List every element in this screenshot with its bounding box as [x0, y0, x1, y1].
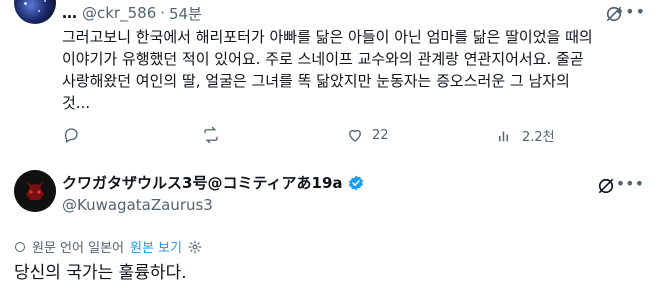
beetle-avatar-icon [14, 170, 56, 212]
tweet-text: 당신의 국가는 훌륭하다. [14, 263, 187, 283]
avatar[interactable] [14, 170, 56, 212]
grok-icon[interactable] [596, 176, 616, 196]
retweet-button[interactable] [202, 126, 228, 144]
reply-icon [64, 128, 78, 143]
user-handle[interactable]: @ckr_586 [82, 4, 156, 22]
show-original-link[interactable]: 원본 보기 [130, 237, 182, 256]
settings-gear-icon[interactable] [188, 240, 202, 254]
user-handle[interactable]: @KuwagataZaurus3 [62, 196, 213, 214]
translation-bar: 원문 언어 일본어 원본 보기 [14, 237, 202, 256]
translate-icon [15, 241, 25, 252]
views-icon [499, 131, 508, 141]
display-name-truncated[interactable]: … [62, 4, 78, 22]
views-button[interactable]: 2.2천 [496, 126, 555, 145]
tweet-header: … @ckr_586 · 54분 [62, 2, 202, 24]
display-name[interactable]: クワガタザウルス3号@コミティアあ19a [62, 172, 365, 193]
translation-note: 원문 언어 일본어 [32, 241, 124, 256]
avatar[interactable] [14, 0, 56, 24]
heart-icon [349, 129, 361, 142]
timestamp[interactable]: 54분 [169, 3, 202, 24]
more-options-icon[interactable]: ••• [616, 174, 644, 193]
verified-badge-icon [348, 175, 363, 190]
more-options-icon[interactable]: ••• [615, 2, 646, 21]
views-count: 2.2천 [522, 130, 555, 145]
tweet-text: 그러고보니 한국에서 해리포터가 아빠를 닮은 아들이 아닌 엄마를 닮은 딸이… [62, 28, 593, 112]
display-name-text: クワガタザウルス3号@コミティアあ19a [62, 174, 343, 192]
retweet-icon [204, 126, 218, 144]
like-button[interactable]: 22 [346, 126, 389, 144]
separator: · [160, 4, 166, 22]
tweet-actions: 22 2.2천 [62, 126, 622, 150]
reply-button[interactable] [62, 126, 88, 144]
like-count: 22 [372, 127, 389, 143]
